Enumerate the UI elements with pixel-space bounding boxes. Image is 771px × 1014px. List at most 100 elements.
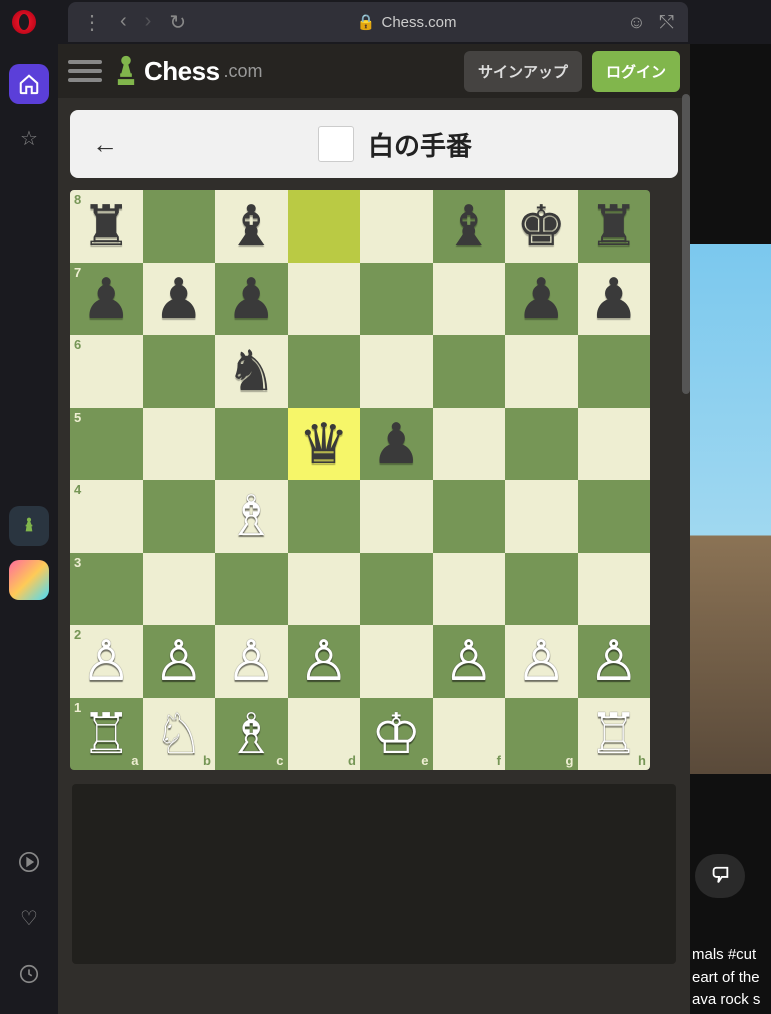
square-h7[interactable]: ♟ — [578, 263, 651, 336]
scrollbar[interactable] — [682, 94, 690, 394]
reload-icon[interactable]: ↻ — [169, 10, 186, 35]
square-e1[interactable]: e♔ — [360, 698, 433, 771]
square-e8[interactable] — [360, 190, 433, 263]
square-c7[interactable]: ♟ — [215, 263, 288, 336]
square-f2[interactable]: ♙ — [433, 625, 506, 698]
piece-wp[interactable]: ♙ — [81, 633, 131, 689]
piece-bp[interactable]: ♟ — [589, 271, 639, 327]
piece-bk[interactable]: ♚ — [516, 198, 566, 254]
chess-com-logo[interactable]: Chess.com — [112, 53, 263, 89]
square-e6[interactable] — [360, 335, 433, 408]
square-b7[interactable]: ♟ — [143, 263, 216, 336]
piece-bb[interactable]: ♝ — [226, 198, 276, 254]
heart-icon[interactable]: ♡ — [9, 898, 49, 938]
back-arrow-icon[interactable]: ← — [92, 129, 118, 160]
chess-board[interactable]: 8♜♝♝♚♜7♟♟♟♟♟6♞5♛♟4♗32♙♙♙♙♙♙♙1a♖b♘c♗de♔fg… — [70, 190, 650, 770]
square-d3[interactable] — [288, 553, 361, 626]
square-e2[interactable] — [360, 625, 433, 698]
piece-wp[interactable]: ♙ — [226, 633, 276, 689]
square-h3[interactable] — [578, 553, 651, 626]
square-a6[interactable]: 6 — [70, 335, 143, 408]
chess-app-icon[interactable] — [9, 506, 49, 546]
square-e5[interactable]: ♟ — [360, 408, 433, 481]
square-h1[interactable]: h♖ — [578, 698, 651, 771]
square-c3[interactable] — [215, 553, 288, 626]
clock-icon[interactable] — [9, 954, 49, 994]
square-a2[interactable]: 2♙ — [70, 625, 143, 698]
square-b3[interactable] — [143, 553, 216, 626]
piece-bp[interactable]: ♟ — [371, 416, 421, 472]
square-c1[interactable]: c♗ — [215, 698, 288, 771]
address-bar[interactable]: 🔒 Chess.com — [200, 13, 613, 31]
square-c6[interactable]: ♞ — [215, 335, 288, 408]
square-h4[interactable] — [578, 480, 651, 553]
move-log-panel[interactable] — [72, 784, 676, 964]
piece-wp[interactable]: ♙ — [516, 633, 566, 689]
login-button[interactable]: ログイン — [592, 51, 680, 92]
piece-bn[interactable]: ♞ — [226, 343, 276, 399]
piece-wb[interactable]: ♗ — [226, 488, 276, 544]
star-icon[interactable]: ☆ — [9, 118, 49, 158]
square-g4[interactable] — [505, 480, 578, 553]
square-f4[interactable] — [433, 480, 506, 553]
square-a3[interactable]: 3 — [70, 553, 143, 626]
piece-wp[interactable]: ♙ — [589, 633, 639, 689]
square-g3[interactable] — [505, 553, 578, 626]
home-icon[interactable] — [9, 64, 49, 104]
piece-bp[interactable]: ♟ — [516, 271, 566, 327]
square-a8[interactable]: 8♜ — [70, 190, 143, 263]
piece-wp[interactable]: ♙ — [444, 633, 494, 689]
forward-icon[interactable]: › — [145, 10, 152, 35]
square-d2[interactable]: ♙ — [288, 625, 361, 698]
square-e3[interactable] — [360, 553, 433, 626]
square-c5[interactable] — [215, 408, 288, 481]
square-f6[interactable] — [433, 335, 506, 408]
square-a4[interactable]: 4 — [70, 480, 143, 553]
piece-bq[interactable]: ♛ — [299, 416, 349, 472]
square-c2[interactable]: ♙ — [215, 625, 288, 698]
thumbs-down-button[interactable] — [695, 854, 745, 898]
square-b2[interactable]: ♙ — [143, 625, 216, 698]
square-f1[interactable]: f — [433, 698, 506, 771]
square-g6[interactable] — [505, 335, 578, 408]
emoji-icon[interactable]: ☺ — [627, 12, 645, 33]
square-g8[interactable]: ♚ — [505, 190, 578, 263]
piece-bp[interactable]: ♟ — [154, 271, 204, 327]
square-b1[interactable]: b♘ — [143, 698, 216, 771]
piece-wr[interactable]: ♖ — [589, 706, 639, 762]
pin-icon[interactable]: ⤲ — [660, 12, 674, 33]
square-e7[interactable] — [360, 263, 433, 336]
square-a7[interactable]: 7♟ — [70, 263, 143, 336]
square-g2[interactable]: ♙ — [505, 625, 578, 698]
square-c4[interactable]: ♗ — [215, 480, 288, 553]
more-icon[interactable]: ⋮ — [82, 10, 102, 35]
piece-br[interactable]: ♜ — [589, 198, 639, 254]
square-d7[interactable] — [288, 263, 361, 336]
square-c8[interactable]: ♝ — [215, 190, 288, 263]
piece-wk[interactable]: ♔ — [371, 706, 421, 762]
square-g1[interactable]: g — [505, 698, 578, 771]
square-g5[interactable] — [505, 408, 578, 481]
square-d6[interactable] — [288, 335, 361, 408]
piece-bb[interactable]: ♝ — [444, 198, 494, 254]
piece-bp[interactable]: ♟ — [226, 271, 276, 327]
menu-hamburger-icon[interactable] — [68, 60, 102, 82]
square-f7[interactable] — [433, 263, 506, 336]
square-f5[interactable] — [433, 408, 506, 481]
square-f8[interactable]: ♝ — [433, 190, 506, 263]
square-b5[interactable] — [143, 408, 216, 481]
square-d4[interactable] — [288, 480, 361, 553]
piece-wr[interactable]: ♖ — [81, 706, 131, 762]
square-h6[interactable] — [578, 335, 651, 408]
square-e4[interactable] — [360, 480, 433, 553]
square-b4[interactable] — [143, 480, 216, 553]
square-b8[interactable] — [143, 190, 216, 263]
piece-wp[interactable]: ♙ — [154, 633, 204, 689]
square-d5[interactable]: ♛ — [288, 408, 361, 481]
piece-wn[interactable]: ♘ — [154, 706, 204, 762]
square-a1[interactable]: 1a♖ — [70, 698, 143, 771]
piece-wb[interactable]: ♗ — [226, 706, 276, 762]
square-a5[interactable]: 5 — [70, 408, 143, 481]
piece-br[interactable]: ♜ — [81, 198, 131, 254]
signup-button[interactable]: サインアップ — [464, 51, 582, 92]
